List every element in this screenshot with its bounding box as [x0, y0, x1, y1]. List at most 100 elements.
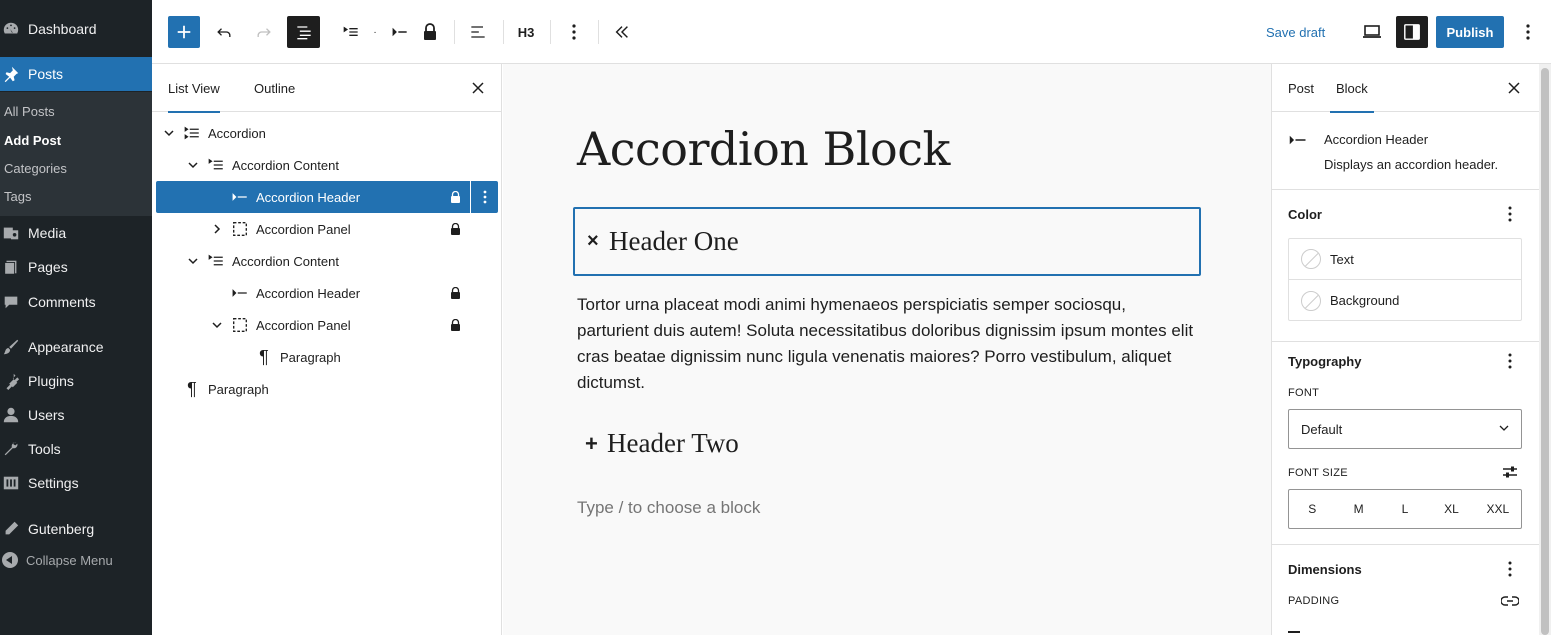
collapse-menu-button[interactable]: Collapse Menu	[0, 552, 113, 568]
pages-icon	[0, 258, 28, 276]
list-view-row-accordion-content[interactable]: Accordion Content	[156, 149, 498, 181]
accordion-header-one[interactable]: × Header One	[573, 207, 1201, 276]
sidebar-icon	[1404, 24, 1420, 40]
menu-item-posts[interactable]: Posts	[0, 57, 152, 91]
save-draft-button[interactable]: Save draft	[1266, 16, 1325, 48]
font-size-option-m[interactable]: M	[1335, 502, 1381, 516]
color-text-option[interactable]: Text	[1289, 239, 1521, 280]
row-options-button[interactable]	[470, 181, 498, 213]
dashboard-icon	[0, 20, 28, 38]
menu-item-plugins[interactable]: Plugins	[0, 364, 152, 398]
undo-button[interactable]	[208, 16, 240, 48]
unlink-sides-button[interactable]	[1500, 591, 1520, 611]
submenu-item-all-posts[interactable]: All Posts	[4, 104, 55, 119]
accordion-header-two[interactable]: + Header Two	[585, 428, 739, 459]
color-background-option[interactable]: Background	[1289, 280, 1521, 321]
list-view-row-accordion-header[interactable]: Accordion Header	[156, 277, 498, 309]
list-view-row-accordion[interactable]: Accordion	[156, 117, 498, 149]
accordion-header-text[interactable]: Header Two	[607, 428, 739, 459]
font-size-option-l[interactable]: L	[1382, 502, 1428, 516]
row-label: Accordion	[208, 125, 266, 141]
list-view-row-accordion-panel[interactable]: Accordion Panel	[156, 309, 498, 341]
expand-accordion-icon[interactable]: +	[585, 431, 607, 457]
submenu-item-tags[interactable]: Tags	[4, 189, 31, 204]
close-list-view-button[interactable]	[468, 78, 488, 98]
plus-icon	[177, 25, 191, 39]
undo-icon	[217, 28, 231, 37]
menu-item-media[interactable]: Media	[0, 216, 152, 250]
dimensions-options-button[interactable]	[1502, 559, 1518, 579]
close-settings-button[interactable]	[1504, 78, 1524, 98]
wrench-icon	[0, 440, 28, 458]
toolbar-divider	[598, 20, 599, 44]
close-accordion-icon[interactable]: ×	[587, 230, 609, 253]
accordion-header-icon	[392, 27, 407, 37]
chevron-right-icon[interactable]	[210, 222, 224, 236]
list-view-row-accordion-content[interactable]: Accordion Content	[156, 245, 498, 277]
accordion-content-icon	[343, 26, 358, 36]
list-view-row-accordion-header[interactable]: Accordion Header	[156, 181, 498, 213]
list-view-row-paragraph[interactable]: ¶ Paragraph	[156, 341, 498, 373]
tab-list-view[interactable]: List View	[168, 64, 220, 113]
editor-toolbar: · H3 Save draft Publish	[152, 0, 1551, 64]
submenu-item-categories[interactable]: Categories	[4, 161, 67, 176]
menu-item-gutenberg[interactable]: Gutenberg	[0, 512, 152, 546]
chevron-down-icon[interactable]	[186, 254, 200, 268]
block-options-button[interactable]	[558, 16, 590, 48]
chevron-down-icon[interactable]	[162, 126, 176, 140]
heading-level-button[interactable]: H3	[510, 16, 542, 48]
font-family-select[interactable]: Default	[1288, 409, 1522, 449]
submenu-item-add-post[interactable]: Add Post	[4, 133, 61, 148]
accordion-panel-paragraph[interactable]: Tortor urna placeat modi animi hymenaeos…	[577, 292, 1197, 396]
settings-sidebar: Post Block Accordion Header Displays an …	[1271, 64, 1540, 635]
brush-icon	[0, 338, 28, 356]
block-type-accordion-content-button[interactable]	[338, 16, 364, 48]
font-size-option-s[interactable]: S	[1289, 502, 1335, 516]
tab-outline[interactable]: Outline	[254, 64, 295, 112]
collapse-toolbar-button[interactable]	[606, 16, 638, 48]
scrollbar-thumb[interactable]	[1541, 68, 1549, 635]
more-vertical-icon	[1508, 561, 1512, 577]
tab-post[interactable]: Post	[1288, 64, 1314, 112]
panel-divider	[1272, 544, 1540, 545]
menu-item-comments[interactable]: Comments	[0, 285, 152, 319]
chevron-down-icon[interactable]	[210, 318, 224, 332]
redo-button[interactable]	[248, 16, 280, 48]
collapse-arrow-icon	[2, 552, 18, 568]
menu-item-label: Pages	[28, 259, 68, 275]
list-view-row-accordion-panel[interactable]: Accordion Panel	[156, 213, 498, 245]
preview-button[interactable]	[1356, 16, 1388, 48]
block-inserter-button[interactable]	[168, 16, 200, 48]
options-menu-button[interactable]	[1516, 16, 1540, 48]
settings-toggle-button[interactable]	[1396, 16, 1428, 48]
color-options-group: Text Background	[1288, 238, 1522, 321]
menu-item-appearance[interactable]: Appearance	[0, 330, 152, 364]
color-options-button[interactable]	[1502, 204, 1518, 224]
row-label: Accordion Header	[256, 285, 361, 301]
document-overview-button[interactable]	[287, 16, 320, 48]
lock-button[interactable]	[418, 16, 442, 48]
settings-scrollbar[interactable]	[1539, 64, 1551, 635]
color-swatch	[1301, 249, 1321, 269]
typography-options-button[interactable]	[1502, 351, 1518, 371]
font-size-option-xxl[interactable]: XXL	[1475, 502, 1521, 516]
accordion-panel-icon	[230, 219, 250, 239]
block-placeholder[interactable]: Type / to choose a block	[577, 498, 760, 518]
align-button[interactable]	[462, 16, 494, 48]
breadcrumb-separator: ·	[373, 26, 377, 38]
custom-size-button[interactable]	[1500, 462, 1520, 482]
list-view-row-paragraph[interactable]: ¶ Paragraph	[156, 373, 498, 405]
lock-icon	[451, 223, 460, 235]
font-size-option-xl[interactable]: XL	[1428, 502, 1474, 516]
menu-item-dashboard[interactable]: Dashboard	[0, 12, 152, 46]
menu-item-pages[interactable]: Pages	[0, 250, 152, 284]
menu-item-tools[interactable]: Tools	[0, 432, 152, 466]
block-type-accordion-header-button[interactable]	[388, 16, 412, 48]
accordion-header-text[interactable]: Header One	[609, 226, 739, 257]
menu-item-settings[interactable]: Settings	[0, 466, 152, 500]
chevron-down-icon[interactable]	[186, 158, 200, 172]
menu-item-users[interactable]: Users	[0, 398, 152, 432]
tab-block[interactable]: Block	[1330, 64, 1374, 113]
publish-button[interactable]: Publish	[1436, 16, 1504, 48]
post-title[interactable]: Accordion Block	[577, 122, 950, 176]
